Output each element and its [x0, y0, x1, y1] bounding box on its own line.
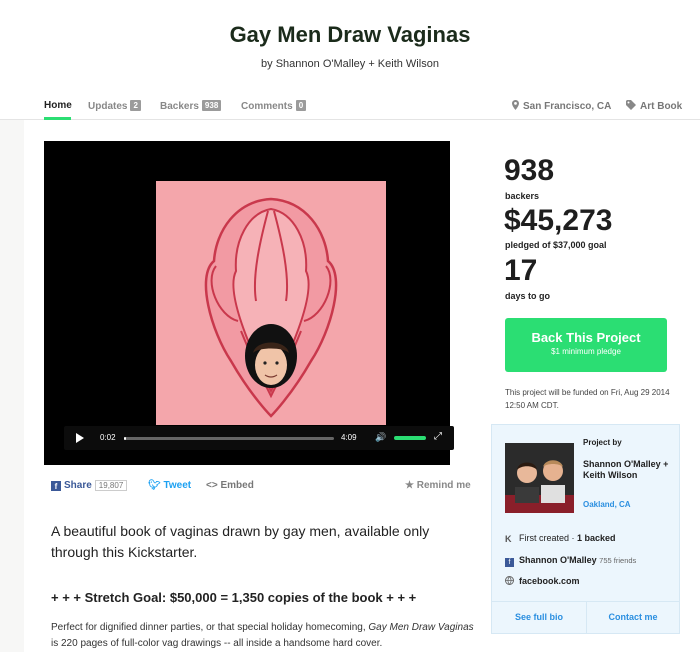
minimum-pledge-note: $1 minimum pledge: [551, 347, 621, 356]
project-header: Gay Men Draw Vaginas by Shannon O'Malley…: [0, 0, 700, 92]
days-to-go-label: days to go: [505, 291, 551, 301]
facebook-share-button[interactable]: f Share 19,807: [51, 480, 128, 491]
project-category-label: Art Book: [640, 101, 683, 112]
website-link: facebook.com: [519, 576, 580, 586]
project-category-link[interactable]: Art Book: [626, 100, 682, 112]
creator-history: K First created · 1 backed: [505, 533, 616, 544]
first-created-label: First created ·: [519, 533, 578, 543]
remind-label: Remind me: [416, 480, 471, 491]
tweet-label: Tweet: [163, 480, 192, 491]
funding-deadline-note: This project will be funded on Fri, Aug …: [505, 388, 670, 410]
twitter-bird-icon: 🐦︎: [148, 480, 164, 491]
project-location-label: San Francisco, CA: [523, 101, 612, 112]
project-by-label: Project by: [583, 438, 622, 447]
map-pin-icon: [512, 100, 519, 110]
project-blurb: A beautiful book of vaginas drawn by gay…: [51, 523, 430, 560]
creator-facebook[interactable]: f Shannon O'Malley 755 friends: [505, 555, 636, 567]
video-progress-track[interactable]: [124, 437, 334, 440]
globe-icon: [505, 576, 514, 586]
share-label: Share: [64, 480, 92, 491]
description-text-end: is 220 pages of full-color vag drawings …: [51, 638, 383, 649]
creator-website[interactable]: facebook.com: [505, 576, 580, 586]
tag-icon: [626, 100, 636, 110]
share-count: 19,807: [94, 480, 128, 491]
play-icon[interactable]: [76, 433, 84, 443]
tab-backers-label: Backers: [160, 101, 199, 112]
creator-location[interactable]: Oakland, CA: [583, 500, 631, 509]
backers-count: 938: [504, 154, 555, 187]
creator-avatar[interactable]: [505, 443, 574, 513]
back-this-project-button[interactable]: Back This Project $1 minimum pledge: [505, 318, 667, 372]
tab-comments-label: Comments: [241, 101, 293, 112]
facebook-icon: f: [51, 481, 61, 491]
tab-backers[interactable]: Backers 938: [160, 100, 222, 112]
back-button-label: Back This Project: [531, 330, 641, 345]
backers-label: backers: [505, 191, 540, 201]
project-title: Gay Men Draw Vaginas: [229, 22, 471, 47]
tab-comments[interactable]: Comments 0: [241, 100, 307, 112]
updates-count-badge: 2: [130, 100, 141, 111]
video-player[interactable]: 0:02 4:09 🔊 ⤢: [44, 141, 454, 465]
backed-count: 1 backed: [577, 533, 616, 543]
description-text-start: Perfect for dignified dinner parties, or…: [51, 622, 369, 633]
pledged-label: pledged of $37,000 goal: [505, 240, 607, 250]
pledged-amount: $45,273: [504, 204, 613, 237]
description-paragraph: Perfect for dignified dinner parties, or…: [51, 620, 481, 652]
project-nav: Home Updates 2 Backers 938 Comments 0 San F…: [0, 92, 700, 120]
backers-count-badge: 938: [201, 100, 222, 111]
contact-me-link[interactable]: Contact me: [587, 612, 679, 622]
embed-button[interactable]: <> Embed: [206, 480, 254, 491]
creator-name[interactable]: Shannon O'Malley + Keith Wilson: [583, 459, 678, 481]
creator-card: Project by Shannon O'Malley + Keith Wils…: [491, 424, 680, 634]
video-controls-bar: 0:02 4:09 🔊 ⤢: [64, 426, 454, 450]
see-full-bio-link[interactable]: See full bio: [492, 612, 586, 622]
tab-updates[interactable]: Updates 2: [88, 100, 141, 112]
video-poster-image: [156, 181, 386, 425]
project-location-link[interactable]: San Francisco, CA: [512, 100, 611, 112]
video-progress-fill: [124, 437, 126, 440]
tab-home[interactable]: Home: [44, 100, 72, 111]
code-brackets-icon: <>: [206, 480, 221, 491]
facebook-friends: 755 friends: [599, 556, 637, 565]
embed-label: Embed: [220, 480, 254, 491]
volume-icon[interactable]: 🔊: [375, 432, 386, 443]
tweet-button[interactable]: 🐦︎ Tweet: [148, 480, 191, 491]
volume-slider[interactable]: [394, 436, 426, 440]
comments-count-badge: 0: [295, 100, 307, 111]
stretch-goal-heading: + + + Stretch Goal: $50,000 = 1,350 copi…: [51, 590, 417, 605]
days-to-go-count: 17: [504, 254, 538, 287]
tab-home-label: Home: [44, 100, 72, 111]
kickstarter-k-icon: K: [505, 534, 512, 544]
video-current-time: 0:02: [100, 433, 116, 442]
video-duration: 4:09: [341, 433, 357, 442]
project-byline[interactable]: by Shannon O'Malley + Keith Wilson: [0, 58, 700, 70]
remind-me-button[interactable]: ★ Remind me: [405, 480, 471, 491]
fullscreen-icon[interactable]: ⤢: [434, 431, 442, 442]
facebook-name: Shannon O'Malley: [519, 555, 597, 565]
facebook-icon: f: [505, 558, 514, 567]
star-icon: ★: [405, 480, 417, 491]
tab-updates-label: Updates: [88, 101, 128, 112]
description-book-title: Gay Men Draw Vaginas: [368, 622, 474, 633]
